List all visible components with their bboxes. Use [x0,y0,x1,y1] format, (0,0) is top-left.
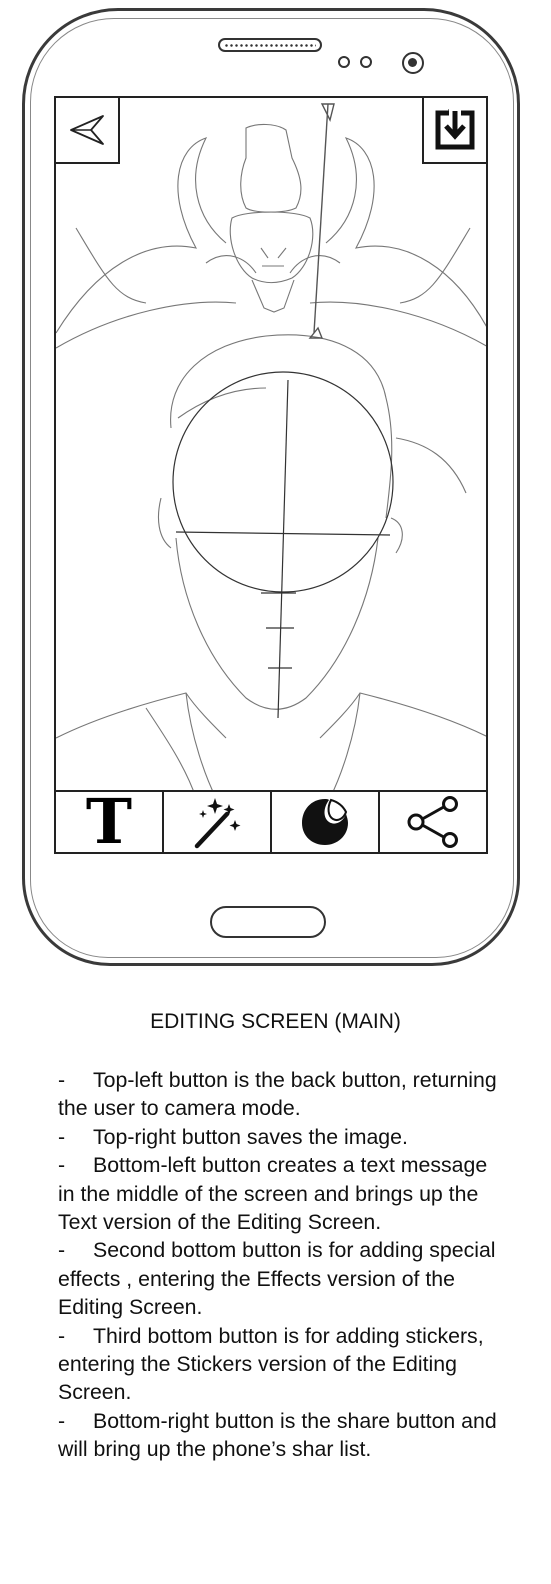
stickers-tool-button[interactable] [272,792,380,852]
front-camera [402,52,424,74]
list-item: - Top-right button saves the image. [58,1124,408,1149]
text-tool-button[interactable]: T [56,785,164,854]
magic-wand-icon [194,798,241,849]
list-item: - Third bottom button is for adding stick… [58,1323,484,1405]
sensor-dot [338,56,350,68]
editing-screen: T [54,96,488,854]
sticker-icon [302,798,348,845]
save-download-icon [435,109,475,150]
save-button[interactable] [422,98,486,164]
speaker-grille [218,38,322,52]
share-icon [407,796,458,848]
share-tool-button[interactable] [380,792,486,852]
notes-list: - Top-left button is the back button, ret… [58,1066,498,1464]
list-item: - Top-left button is the back button, ret… [58,1068,497,1121]
text-icon: T [85,785,133,854]
list-item: - Second bottom button is for adding spec… [58,1238,496,1320]
photo-sketch [56,103,486,798]
send-arrow-icon [70,115,104,145]
list-item: - Bottom-right button is the share button… [58,1408,497,1462]
editing-toolbar: T [56,785,486,854]
sensor-dot [360,56,372,68]
home-button[interactable] [210,906,326,938]
effects-tool-button[interactable] [164,792,272,852]
back-button[interactable] [56,98,120,164]
page-caption: EDITING SCREEN (MAIN) [150,1010,401,1033]
list-item: - Bottom-left button creates a text messa… [58,1153,488,1235]
